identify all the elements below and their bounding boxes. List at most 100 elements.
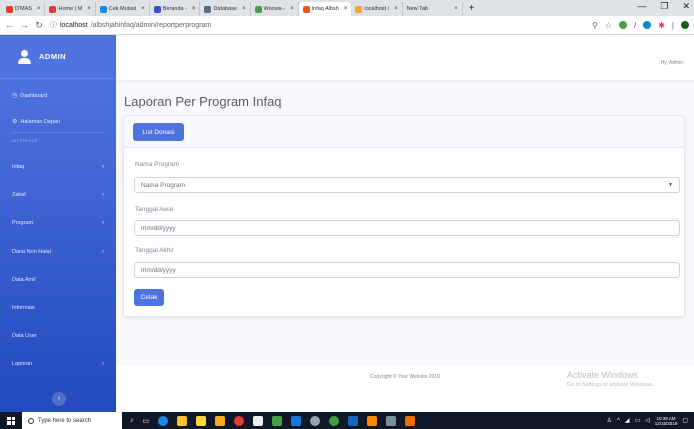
browser-tab-active[interactable]: Infaq Albsh × xyxy=(298,2,352,16)
people-icon[interactable]: ♙ xyxy=(607,417,612,424)
opera-icon[interactable] xyxy=(234,415,245,426)
tab-title: New Tab xyxy=(406,6,428,12)
end-date-placeholder: mm/dd/yyyy xyxy=(141,266,176,274)
app-icon[interactable] xyxy=(272,415,283,426)
pen-icon[interactable]: / xyxy=(634,21,636,30)
clock-time: 10:39 AM xyxy=(656,415,676,421)
tab-favicon xyxy=(6,5,13,13)
program-select-value: Nama Program xyxy=(141,181,186,189)
close-window-button[interactable]: ✕ xyxy=(682,1,690,12)
watermark-title: Activate Windows xyxy=(567,370,639,380)
close-icon[interactable]: × xyxy=(394,6,398,12)
program-select[interactable]: Nama Program ▼ xyxy=(134,177,680,193)
sidebar-item-dashboard[interactable]: ◷ Dashboard xyxy=(0,92,116,100)
sidebar-item-label: Data User xyxy=(12,333,37,339)
sidebar-item-label: Halaman Depan xyxy=(20,118,61,125)
sidebar-toggle-button[interactable]: ‹ xyxy=(52,392,66,406)
puzzle-icon[interactable]: ✱ xyxy=(658,21,665,30)
user-greeting[interactable]: Hy, Admin xyxy=(661,60,683,66)
close-icon[interactable]: × xyxy=(242,6,246,12)
clock-date: 12/16/2019 xyxy=(654,420,678,426)
task-view-icon[interactable]: ▭ xyxy=(143,417,150,425)
vscode-icon[interactable] xyxy=(291,415,302,426)
sidebar-item-data-amil[interactable]: Data Amil xyxy=(0,277,116,283)
sidebar-item-label: Infaq xyxy=(12,164,25,170)
browser-tab[interactable]: Cek Mutasi × xyxy=(96,2,150,16)
notification-icon[interactable]: ▢ xyxy=(682,417,688,424)
chevron-up-icon[interactable]: ^ xyxy=(617,418,620,424)
zoom-icon[interactable]: ⚲ xyxy=(592,21,598,30)
taskbar-apps: ♪ ▭ xyxy=(130,415,416,426)
tab-title: Infaq Albsh xyxy=(311,6,339,12)
file-explorer-icon[interactable] xyxy=(177,415,188,426)
program-label: Nama Program xyxy=(135,161,180,168)
word-icon[interactable] xyxy=(348,415,359,426)
app-icon[interactable] xyxy=(386,415,397,426)
settings-icon[interactable] xyxy=(310,415,321,426)
activate-windows-watermark: Activate Windows Go to Settings to activ… xyxy=(567,370,654,388)
browser-tab[interactable]: Beranda - × xyxy=(150,2,201,16)
sidebar-brand[interactable]: ADMIN xyxy=(0,35,116,79)
start-date-input[interactable]: mm/dd/yyyy xyxy=(134,220,680,236)
new-tab-button[interactable]: + xyxy=(463,2,481,16)
windows-start-button[interactable] xyxy=(0,416,22,425)
store-icon[interactable] xyxy=(196,415,207,426)
cetak-button[interactable]: Cetak xyxy=(134,289,164,306)
app-icon[interactable] xyxy=(367,415,378,426)
browser-tab[interactable]: Home | M × xyxy=(45,2,96,16)
sidebar-heading: INTERFACE xyxy=(12,138,39,143)
close-icon[interactable]: × xyxy=(454,6,458,12)
app-icon[interactable] xyxy=(215,415,226,426)
url-field[interactable]: ⓘ localhost/albshjahinfaq/admin/reportpe… xyxy=(50,20,211,30)
menu-divider: | xyxy=(671,20,674,30)
browser-tab[interactable]: Database × xyxy=(200,2,251,16)
taskbar-search-box[interactable]: Type here to search xyxy=(22,412,122,429)
close-icon[interactable]: × xyxy=(37,6,41,12)
chrome-icon[interactable] xyxy=(329,415,340,426)
close-icon[interactable]: × xyxy=(290,6,294,12)
tab-title: Woowa - xyxy=(263,6,286,12)
tab-title: Home | M xyxy=(58,6,83,12)
url-path: /albshjahinfaq/admin/reportperprogram xyxy=(90,21,212,29)
list-donasi-button[interactable]: List Donasi xyxy=(133,123,184,141)
reload-icon[interactable]: ↻ xyxy=(35,20,43,31)
volume-icon[interactable]: ◁ xyxy=(645,417,650,424)
maximize-button[interactable]: ❐ xyxy=(660,1,668,12)
browser-tab-strip: D'MAS × Home | M × Cek Mutasi × Beranda - × … xyxy=(0,0,694,16)
close-icon[interactable]: × xyxy=(192,6,196,12)
minimize-button[interactable]: — xyxy=(637,1,646,12)
browser-tab[interactable]: localhost / × xyxy=(351,2,403,16)
sidebar-item-program[interactable]: Program › xyxy=(0,220,116,226)
extension-icon[interactable] xyxy=(643,21,652,29)
extension-icon[interactable] xyxy=(618,21,627,29)
sublime-icon[interactable] xyxy=(405,415,416,426)
close-icon[interactable]: × xyxy=(344,6,348,12)
close-icon[interactable]: × xyxy=(141,6,145,12)
sidebar-item-laporan[interactable]: Laporan › xyxy=(0,361,116,367)
star-icon[interactable]: ☆ xyxy=(605,21,612,30)
browser-tab[interactable]: Woowa - × xyxy=(251,2,299,16)
browser-tab[interactable]: New Tab × xyxy=(403,2,463,16)
chevron-right-icon: › xyxy=(102,164,104,170)
sidebar-item-data-user[interactable]: Data User xyxy=(0,333,116,339)
sidebar-item-informasi[interactable]: Informasi xyxy=(0,305,116,311)
back-icon[interactable]: ← xyxy=(5,20,14,30)
close-icon[interactable]: × xyxy=(87,6,91,12)
forward-icon[interactable]: → xyxy=(20,20,29,30)
browser-tab[interactable]: D'MAS × xyxy=(2,2,46,16)
sidebar-item-infaq[interactable]: Infaq › xyxy=(0,164,116,170)
sidebar-item-zakat[interactable]: Zakat › xyxy=(0,192,116,198)
sidebar-item-halaman-depan[interactable]: ⚙ Halaman Depan xyxy=(0,118,116,126)
network-icon[interactable]: ◢ xyxy=(625,417,630,424)
battery-icon[interactable]: ▭ xyxy=(635,417,641,424)
start-date-placeholder: mm/dd/yyyy xyxy=(141,224,176,232)
app-icon[interactable] xyxy=(253,415,264,426)
end-date-input[interactable]: mm/dd/yyyy xyxy=(134,262,680,278)
brand-label: ADMIN xyxy=(39,52,67,61)
info-icon[interactable]: ⓘ xyxy=(50,20,57,30)
microphone-icon[interactable]: ♪ xyxy=(130,417,134,424)
profile-avatar[interactable] xyxy=(681,21,689,29)
system-clock[interactable]: 10:39 AM 12/16/2019 xyxy=(655,416,678,426)
sidebar-item-dana-non-halal[interactable]: Dana Non Halal › xyxy=(0,249,116,255)
edge-icon[interactable] xyxy=(158,415,169,426)
